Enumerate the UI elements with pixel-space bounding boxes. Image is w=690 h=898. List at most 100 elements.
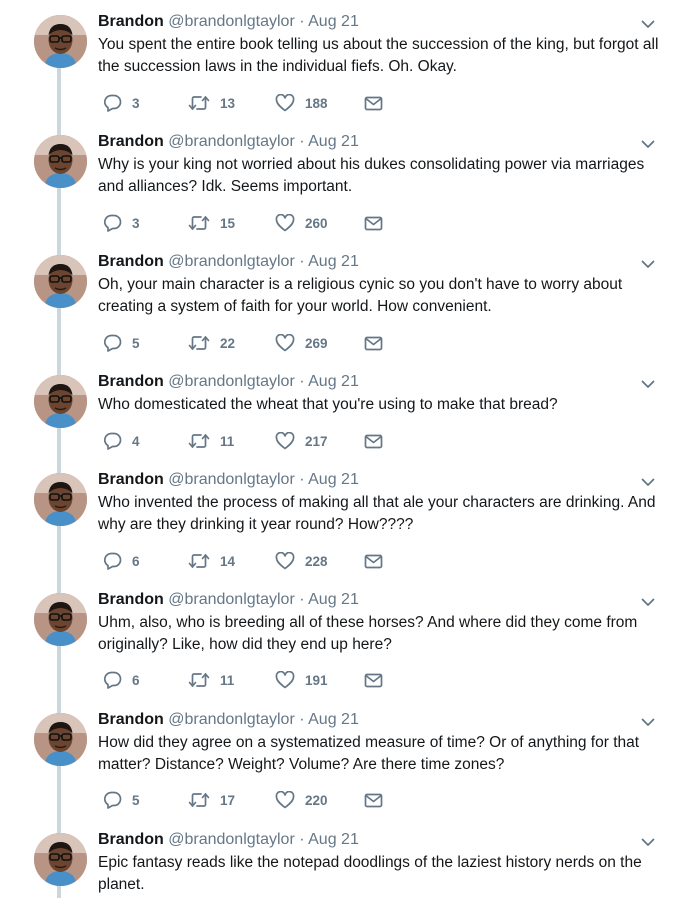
more-options-button[interactable] [638, 376, 658, 392]
avatar[interactable] [34, 713, 87, 766]
heart-icon [275, 94, 295, 112]
separator-dot: · [299, 471, 305, 488]
display-name[interactable]: Brandon [98, 831, 164, 848]
direct-message-button[interactable] [364, 332, 383, 354]
like-count: 217 [305, 433, 328, 449]
username-handle[interactable]: @brandonlgtaylor [168, 373, 295, 390]
tweet[interactable]: Brandon @brandonlgtaylor · Aug 21 Oh, yo… [0, 240, 690, 360]
avatar[interactable] [34, 255, 87, 308]
direct-message-button[interactable] [364, 430, 383, 452]
tweet-date[interactable]: Aug 21 [308, 711, 359, 728]
reply-count: 5 [132, 335, 140, 351]
display-name[interactable]: Brandon [98, 13, 164, 30]
tweet[interactable]: Brandon @brandonlgtaylor · Aug 21 How di… [0, 698, 690, 818]
username-handle[interactable]: @brandonlgtaylor [168, 133, 295, 150]
like-count: 188 [305, 95, 328, 111]
tweet[interactable]: Brandon @brandonlgtaylor · Aug 21 Who do… [0, 360, 690, 458]
tweet-header: Brandon @brandonlgtaylor · Aug 21 [98, 132, 359, 152]
reply-button[interactable]: 5 [103, 332, 140, 354]
avatar[interactable] [34, 15, 87, 68]
username-handle[interactable]: @brandonlgtaylor [168, 253, 295, 270]
like-button[interactable]: 188 [275, 92, 328, 114]
retweet-button[interactable]: 14 [188, 550, 235, 572]
reply-button[interactable]: 3 [103, 92, 140, 114]
like-button[interactable]: 217 [275, 430, 328, 452]
like-button[interactable]: 228 [275, 550, 328, 572]
display-name[interactable]: Brandon [98, 591, 164, 608]
like-button[interactable]: 260 [275, 212, 328, 234]
username-handle[interactable]: @brandonlgtaylor [168, 13, 295, 30]
reply-button[interactable]: 5 [103, 789, 140, 811]
tweet-date[interactable]: Aug 21 [308, 253, 359, 270]
retweet-button[interactable]: 22 [188, 332, 235, 354]
more-options-button[interactable] [638, 714, 658, 730]
reply-button[interactable]: 3 [103, 212, 140, 234]
avatar[interactable] [34, 593, 87, 646]
tweet[interactable]: Brandon @brandonlgtaylor · Aug 21 Who in… [0, 458, 690, 578]
retweet-button[interactable]: 11 [188, 669, 234, 691]
direct-message-button[interactable] [364, 669, 383, 691]
reply-button[interactable]: 4 [103, 430, 140, 452]
tweet-date[interactable]: Aug 21 [308, 133, 359, 150]
avatar[interactable] [34, 473, 87, 526]
heart-icon [275, 432, 295, 450]
username-handle[interactable]: @brandonlgtaylor [168, 711, 295, 728]
reply-icon [103, 432, 122, 450]
tweet-date[interactable]: Aug 21 [308, 373, 359, 390]
display-name[interactable]: Brandon [98, 253, 164, 270]
like-count: 269 [305, 335, 328, 351]
tweet-header: Brandon @brandonlgtaylor · Aug 21 [98, 470, 359, 490]
tweet-text: Why is your king not worried about his d… [98, 156, 645, 195]
display-name[interactable]: Brandon [98, 471, 164, 488]
tweet-date[interactable]: Aug 21 [308, 831, 359, 848]
like-button[interactable]: 191 [275, 669, 328, 691]
tweet[interactable]: Brandon @brandonlgtaylor · Aug 21 Why is… [0, 120, 690, 240]
tweet[interactable]: Brandon @brandonlgtaylor · Aug 21 Epic f… [0, 818, 690, 898]
avatar[interactable] [34, 375, 87, 428]
like-button[interactable]: 220 [275, 789, 328, 811]
reply-icon [103, 671, 122, 689]
retweet-button[interactable]: 11 [188, 430, 234, 452]
retweet-count: 11 [220, 433, 235, 449]
retweet-button[interactable]: 13 [188, 92, 235, 114]
envelope-icon [364, 336, 383, 350]
more-options-button[interactable] [638, 256, 658, 272]
retweet-icon [188, 96, 210, 110]
envelope-icon [364, 793, 383, 807]
tweet-date[interactable]: Aug 21 [308, 471, 359, 488]
chevron-down-icon [641, 478, 655, 486]
retweet-button[interactable]: 15 [188, 212, 235, 234]
like-button[interactable]: 269 [275, 332, 328, 354]
display-name[interactable]: Brandon [98, 373, 164, 390]
reply-count: 4 [132, 433, 140, 449]
reply-icon [103, 334, 122, 352]
reply-icon [103, 94, 122, 112]
more-options-button[interactable] [638, 16, 658, 32]
tweet-date[interactable]: Aug 21 [308, 591, 359, 608]
thread-connector-line [57, 68, 61, 120]
username-handle[interactable]: @brandonlgtaylor [168, 471, 295, 488]
direct-message-button[interactable] [364, 550, 383, 572]
envelope-icon [364, 434, 383, 448]
avatar[interactable] [34, 135, 87, 188]
direct-message-button[interactable] [364, 212, 383, 234]
username-handle[interactable]: @brandonlgtaylor [168, 831, 295, 848]
tweet[interactable]: Brandon @brandonlgtaylor · Aug 21 Uhm, a… [0, 578, 690, 698]
more-options-button[interactable] [638, 594, 658, 610]
username-handle[interactable]: @brandonlgtaylor [168, 591, 295, 608]
reply-button[interactable]: 6 [103, 669, 140, 691]
avatar[interactable] [34, 833, 87, 886]
more-options-button[interactable] [638, 474, 658, 490]
tweet-date[interactable]: Aug 21 [308, 13, 359, 30]
tweet[interactable]: Brandon @brandonlgtaylor · Aug 21 You sp… [0, 0, 690, 120]
display-name[interactable]: Brandon [98, 711, 164, 728]
direct-message-button[interactable] [364, 92, 383, 114]
more-options-button[interactable] [638, 834, 658, 850]
reply-button[interactable]: 6 [103, 550, 140, 572]
more-options-button[interactable] [638, 136, 658, 152]
direct-message-button[interactable] [364, 789, 383, 811]
display-name[interactable]: Brandon [98, 133, 164, 150]
retweet-button[interactable]: 17 [188, 789, 235, 811]
separator-dot: · [299, 373, 305, 390]
chevron-down-icon [641, 838, 655, 846]
